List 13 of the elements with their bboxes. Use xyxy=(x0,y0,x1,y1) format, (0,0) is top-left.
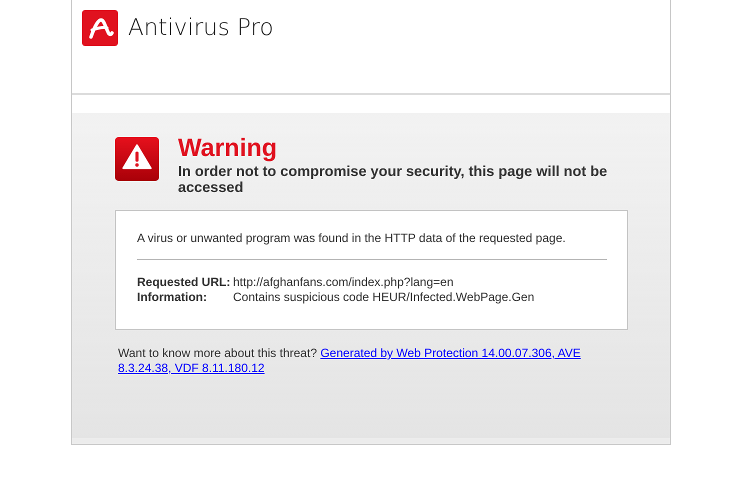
field-value: Contains suspicious code HEUR/Infected.WebPage.Gen xyxy=(233,290,534,304)
field-value: http://afghanfans.com/index.php?lang=en xyxy=(233,275,454,289)
version-link[interactable]: 8.3.24.38, VDF 8.11.180.12 xyxy=(118,361,265,375)
warning-title: Warning xyxy=(178,135,278,161)
product-name: Antivirus Pro xyxy=(128,14,274,43)
warning-icon xyxy=(115,135,159,183)
field-label: Requested URL: xyxy=(137,275,230,289)
detection-message: A virus or unwanted program was found in the HTTP data of the requested page. xyxy=(137,231,567,245)
logo-icon xyxy=(82,10,118,46)
more-info-text: Want to know more about this threat? Generated by Web Protection 14.00.07.306, AVE 8.3.24.38, VDF 8.11.180.12 xyxy=(118,346,582,376)
warning-subtitle: In order not to compromise your security, this page will not be accessed xyxy=(178,164,608,196)
field-label: Information: xyxy=(137,290,207,304)
version-link[interactable]: Generated by Web Protection 14.00.07.306, AVE xyxy=(320,346,581,360)
